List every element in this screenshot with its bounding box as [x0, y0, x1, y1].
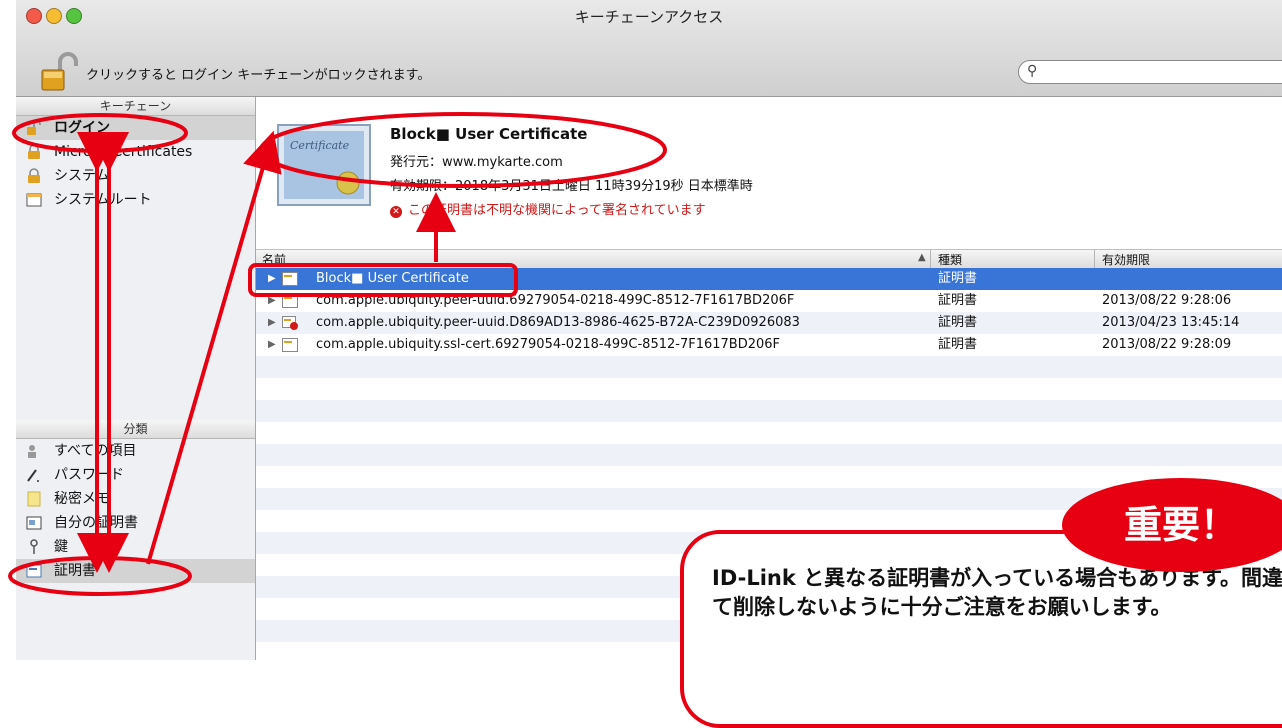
arrow-certificates-to-header — [146, 130, 282, 565]
highlight-selected-row-box — [248, 263, 518, 297]
highlight-certificates-ellipse — [8, 556, 192, 596]
warning-note-text: ID-Link と異なる証明書が入っている場合もあります。間違って削除しないよう… — [712, 566, 1282, 619]
highlight-login-ellipse — [12, 113, 188, 153]
important-badge: 重要！ — [1062, 478, 1282, 572]
highlight-certificate-header-ellipse — [259, 112, 667, 188]
